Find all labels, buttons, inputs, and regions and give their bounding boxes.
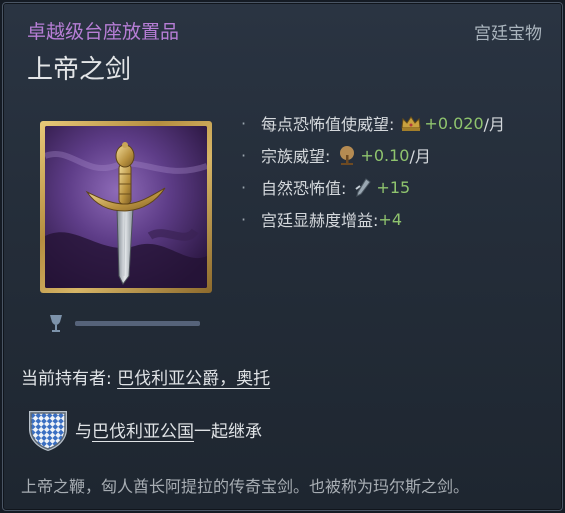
- modifier-row-court-grandeur: · 宫廷显赫度增益: +4: [241, 203, 505, 235]
- durability-bar: [75, 321, 200, 326]
- artifact-description: 上帝之鞭，匈人酋长阿提拉的传奇宝剑。也被称为玛尔斯之剑。: [21, 477, 470, 496]
- bullet: ·: [241, 209, 247, 229]
- dread-icon: [355, 178, 372, 197]
- crown-icon: [401, 116, 421, 131]
- sword-artifact-image: [45, 126, 207, 288]
- category-label: 宫廷宝物: [474, 24, 542, 44]
- modifier-unit: /月: [483, 115, 506, 134]
- modifier-label: 宫廷显赫度增益:: [261, 211, 379, 230]
- current-owner: 当前持有者: 巴伐利亚公爵，奥托: [21, 364, 270, 389]
- modifier-label: 宗族威望:: [261, 147, 331, 166]
- bullet: ·: [241, 113, 247, 133]
- bullet: ·: [241, 177, 247, 197]
- modifier-list: · 每点恐怖值使威望: +0.020 /月 · 宗族威望: +0.10 /月 ·…: [241, 107, 505, 235]
- inheritance-prefix: 与: [75, 422, 92, 442]
- modifier-value: +0.020: [424, 113, 484, 133]
- modifier-value: +0.10: [360, 145, 410, 165]
- title-link[interactable]: 巴伐利亚公国: [92, 422, 194, 442]
- modifier-row-natural-dread: · 自然恐怖值: +15: [241, 171, 505, 203]
- inheritance-line: 与巴伐利亚公国一起继承: [75, 417, 262, 442]
- artifact-title: 上帝之剑: [27, 55, 132, 85]
- inheritance-suffix: 一起继承: [194, 422, 262, 442]
- durability-bar-fill: [75, 321, 200, 326]
- modifier-row-dynasty-prestige: · 宗族威望: +0.10 /月: [241, 139, 505, 171]
- modifier-unit: /月: [409, 147, 431, 166]
- owner-label: 当前持有者:: [21, 369, 118, 389]
- owner-name-link[interactable]: 巴伐利亚公爵，奥托: [117, 369, 270, 389]
- bullet: ·: [241, 145, 247, 165]
- modifier-label: 自然恐怖值:: [261, 179, 347, 198]
- artifact-image-frame: [40, 121, 212, 293]
- modifier-label: 每点恐怖值使威望:: [261, 115, 395, 134]
- modifier-row-prestige-per-dread: · 每点恐怖值使威望: +0.020 /月: [241, 107, 505, 139]
- rarity-label: 卓越级台座放置品: [27, 21, 180, 43]
- dynasty-tree-icon: [340, 146, 355, 165]
- artifact-tooltip: 卓越级台座放置品 宫廷宝物 上帝之剑 · 每点恐怖值使威望: +0.020 /月…: [2, 2, 563, 511]
- modifier-value: +15: [376, 177, 411, 197]
- bavaria-shield-icon[interactable]: [27, 407, 69, 451]
- goblet-icon: [50, 315, 62, 332]
- modifier-value: +4: [378, 209, 402, 229]
